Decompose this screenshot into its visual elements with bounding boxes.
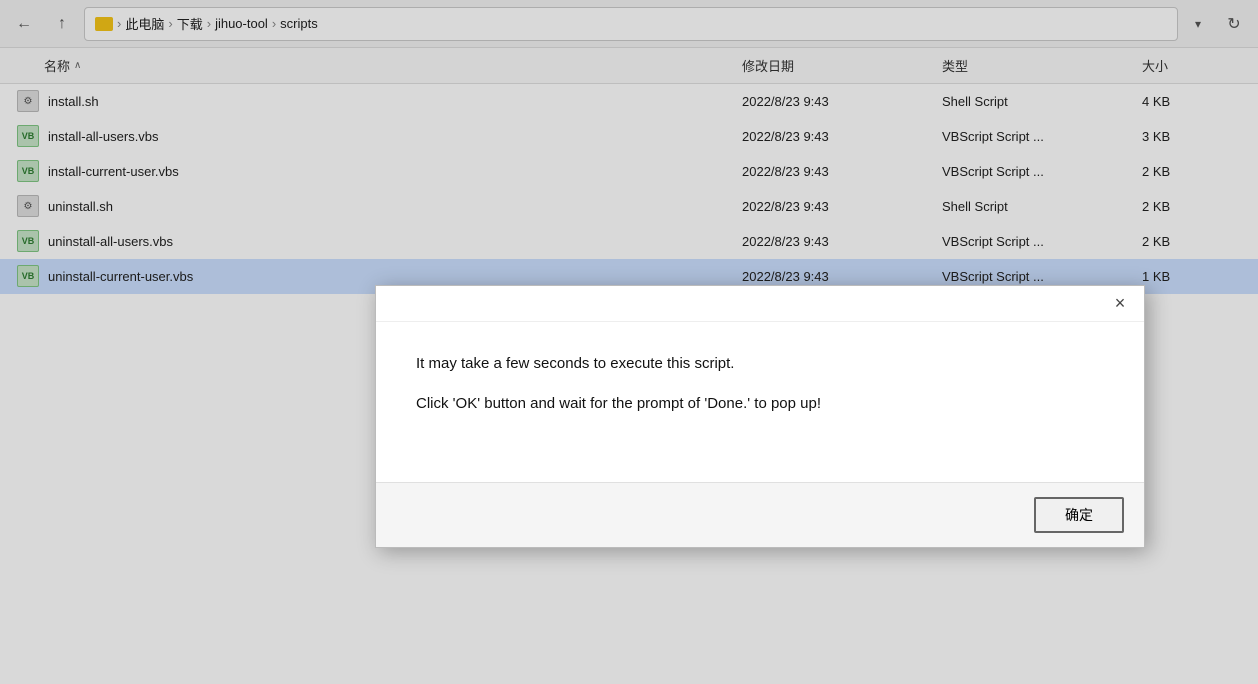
dialog-title-bar: ×	[376, 286, 1144, 322]
close-icon: ×	[1115, 293, 1126, 314]
dialog-close-button[interactable]: ×	[1106, 290, 1134, 318]
dialog: × It may take a few seconds to execute t…	[375, 285, 1145, 548]
dialog-body: It may take a few seconds to execute thi…	[376, 322, 1144, 482]
dialog-overlay: × It may take a few seconds to execute t…	[0, 0, 1258, 684]
dialog-line-2: Click 'OK' button and wait for the promp…	[416, 392, 1104, 416]
dialog-line-1: It may take a few seconds to execute thi…	[416, 352, 1104, 376]
dialog-footer: 确定	[376, 482, 1144, 547]
dialog-ok-button[interactable]: 确定	[1034, 497, 1124, 533]
